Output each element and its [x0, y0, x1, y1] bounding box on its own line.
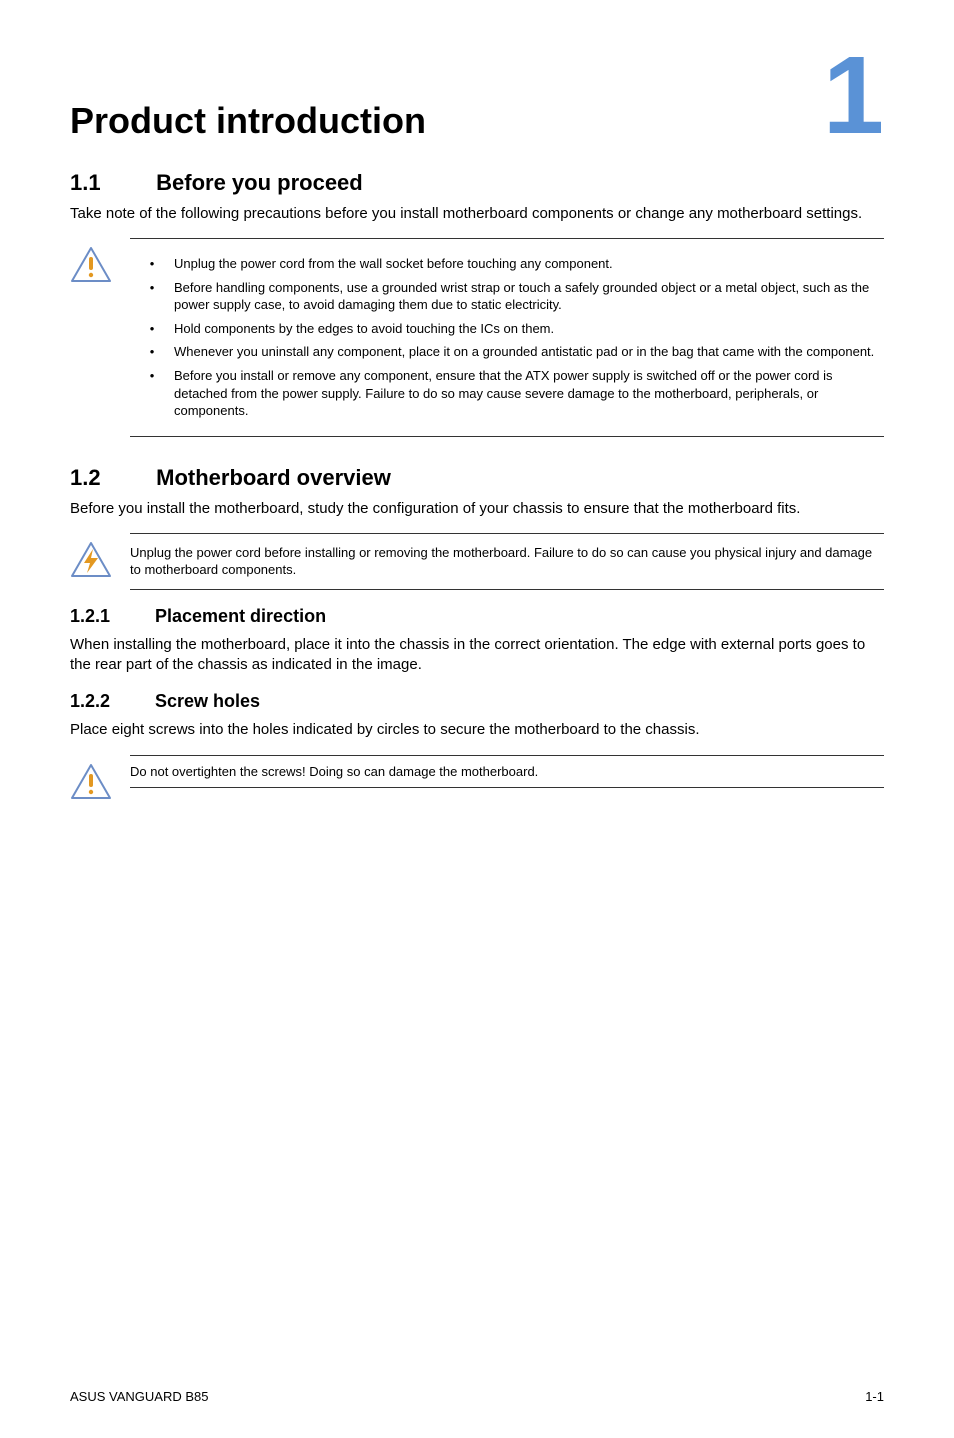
section-number: 1.1 — [70, 170, 150, 196]
danger-callout: Unplug the power cord before installing … — [70, 533, 884, 590]
section-1-2-2-body: Place eight screws into the holes indica… — [70, 720, 884, 740]
section-1-1-intro: Take note of the following precautions b… — [70, 204, 884, 224]
bullet-icon: • — [130, 279, 174, 314]
overtighten-text: Do not overtighten the screws! Doing so … — [130, 755, 884, 789]
footer-page-number: 1-1 — [865, 1389, 884, 1404]
precaution-text: Before you install or remove any compone… — [174, 367, 884, 420]
precaution-item: • Hold components by the edges to avoid … — [130, 320, 884, 338]
bullet-icon: • — [130, 255, 174, 273]
section-number: 1.2 — [70, 465, 150, 491]
precaution-text: Whenever you uninstall any component, pl… — [174, 343, 884, 361]
section-1-2-2-heading: 1.2.2 Screw holes — [70, 691, 884, 712]
bullet-icon: • — [130, 343, 174, 361]
precautions-list: • Unplug the power cord from the wall so… — [130, 238, 884, 436]
danger-text: Unplug the power cord before installing … — [130, 533, 884, 590]
precautions-callout: • Unplug the power cord from the wall so… — [70, 238, 884, 436]
subsection-number: 1.2.2 — [70, 691, 150, 712]
subsection-title: Placement direction — [155, 606, 326, 626]
overtighten-callout: Do not overtighten the screws! Doing so … — [70, 755, 884, 801]
section-1-1-heading: 1.1 Before you proceed — [70, 170, 884, 196]
section-1-2-1-body: When installing the motherboard, place i… — [70, 635, 884, 676]
section-1-2-heading: 1.2 Motherboard overview — [70, 465, 884, 491]
section-1-2-1-heading: 1.2.1 Placement direction — [70, 606, 884, 627]
danger-icon — [70, 533, 130, 579]
bullet-icon: • — [130, 367, 174, 420]
chapter-number: 1 — [823, 68, 884, 123]
precaution-item: • Unplug the power cord from the wall so… — [130, 255, 884, 273]
precaution-item: • Whenever you uninstall any component, … — [130, 343, 884, 361]
precaution-text: Before handling components, use a ground… — [174, 279, 884, 314]
caution-icon — [70, 238, 130, 284]
chapter-header: Product introduction 1 — [70, 70, 884, 142]
section-title: Motherboard overview — [156, 465, 391, 490]
precaution-text: Hold components by the edges to avoid to… — [174, 320, 884, 338]
precaution-text: Unplug the power cord from the wall sock… — [174, 255, 884, 273]
precaution-item: • Before handling components, use a grou… — [130, 279, 884, 314]
bullet-icon: • — [130, 320, 174, 338]
footer-product-name: ASUS VANGUARD B85 — [70, 1389, 208, 1404]
section-title: Before you proceed — [156, 170, 363, 195]
subsection-title: Screw holes — [155, 691, 260, 711]
chapter-title: Product introduction — [70, 100, 426, 142]
page-footer: ASUS VANGUARD B85 1-1 — [70, 1389, 884, 1404]
section-1-2-intro: Before you install the motherboard, stud… — [70, 499, 884, 519]
caution-icon — [70, 755, 130, 801]
precaution-item: • Before you install or remove any compo… — [130, 367, 884, 420]
page: Product introduction 1 1.1 Before you pr… — [0, 0, 954, 1438]
subsection-number: 1.2.1 — [70, 606, 150, 627]
